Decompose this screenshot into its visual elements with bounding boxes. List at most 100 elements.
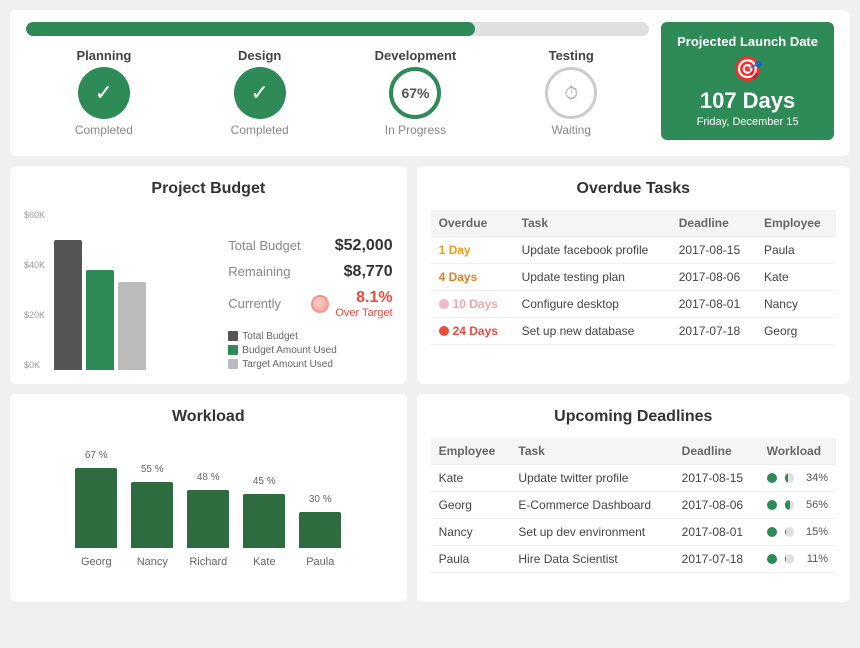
stat-total-budget: Total Budget $52,000 [228, 237, 392, 255]
workload-pct-text: 34% [800, 472, 828, 484]
legend-label-total: Total Budget [242, 331, 298, 342]
workload-bar-group: 55 % Nancy [131, 464, 173, 568]
legend-dot-used [228, 345, 238, 355]
overdue-task: Configure desktop [514, 290, 671, 317]
currently-dot [311, 295, 329, 313]
stage-development-title: Development [375, 48, 457, 63]
legend-dot-target [228, 359, 238, 369]
upcoming-table: Employee Task Deadline Workload KateUpda… [431, 438, 836, 573]
upcoming-employee: Georg [431, 491, 511, 518]
middle-row: Project Budget $60K $40K $20K $0K [10, 166, 850, 384]
projected-launch-days: 107 Days [700, 88, 795, 114]
workload-progress-fill [785, 500, 790, 510]
overdue-title: Overdue Tasks [431, 180, 836, 198]
budget-y-labels: $60K $40K $20K $0K [24, 210, 45, 370]
upcoming-title: Upcoming Deadlines [431, 408, 836, 426]
upcoming-col-workload: Workload [759, 438, 836, 465]
stage-development-icon: 67% [389, 67, 441, 119]
budget-bars [54, 240, 218, 370]
progress-bar-fill [26, 22, 475, 36]
overdue-employee: Georg [756, 317, 836, 344]
upcoming-employee: Nancy [431, 518, 511, 545]
legend-label-used: Budget Amount Used [242, 345, 337, 356]
y-label-40k: $40K [24, 260, 45, 270]
projected-launch-card: Projected Launch Date 🎯 107 Days Friday,… [661, 22, 834, 140]
stage-planning-title: Planning [76, 48, 131, 63]
legend-label-target: Target Amount Used [242, 359, 333, 370]
workload-name: Nancy [137, 556, 168, 568]
legend-total: Total Budget [228, 331, 392, 342]
y-label-0k: $0K [24, 360, 45, 370]
workload-name: Richard [189, 556, 227, 568]
workload-bar-group: 48 % Richard [187, 472, 229, 568]
bar-target [118, 282, 146, 370]
upcoming-deadline: 2017-07-18 [674, 545, 759, 572]
workload-pct: 48 % [197, 472, 220, 483]
overdue-deadline: 2017-08-01 [671, 290, 756, 317]
dashboard: Planning ✓ Completed Design ✓ Completed … [10, 10, 850, 602]
workload-dot [767, 500, 777, 510]
workload-dot [767, 473, 777, 483]
overdue-employee: Kate [756, 263, 836, 290]
stage-design-icon: ✓ [234, 67, 286, 119]
overdue-row: 4 DaysUpdate testing plan2017-08-06Kate [431, 263, 836, 290]
stat-currently-value: 8.1% [356, 289, 392, 307]
overdue-task: Update testing plan [514, 263, 671, 290]
workload-progress-fill [785, 554, 786, 564]
upcoming-col-task: Task [510, 438, 673, 465]
workload-bar [243, 494, 285, 548]
col-task: Task [514, 210, 671, 237]
workload-progress-fill [785, 473, 788, 483]
budget-right: Total Budget $52,000 Remaining $8,770 Cu… [228, 237, 392, 370]
overdue-row: 1 DayUpdate facebook profile2017-08-15Pa… [431, 236, 836, 263]
legend-dot-total [228, 331, 238, 341]
upcoming-workload: 56% [759, 491, 836, 518]
upcoming-task: Update twitter profile [510, 464, 673, 491]
workload-pct: 67 % [85, 450, 108, 461]
overdue-deadline: 2017-08-15 [671, 236, 756, 263]
overdue-days: 24 Days [431, 317, 514, 344]
overdue-deadline: 2017-07-18 [671, 317, 756, 344]
stat-remaining-label: Remaining [228, 264, 290, 279]
stat-total-value: $52,000 [335, 237, 393, 255]
bar-total [54, 240, 82, 370]
workload-name: Paula [306, 556, 334, 568]
workload-progress-bar [785, 500, 794, 510]
overdue-task: Update facebook profile [514, 236, 671, 263]
stat-currently-sub: Over Target [335, 307, 392, 319]
col-deadline: Deadline [671, 210, 756, 237]
top-bar: Planning ✓ Completed Design ✓ Completed … [10, 10, 850, 156]
stat-total-label: Total Budget [228, 238, 300, 253]
workload-bar [187, 490, 229, 548]
overdue-row: 10 DaysConfigure desktop2017-08-01Nancy [431, 290, 836, 317]
upcoming-task: Hire Data Scientist [510, 545, 673, 572]
budget-card: Project Budget $60K $40K $20K $0K [10, 166, 407, 384]
workload-progress-bar [785, 473, 794, 483]
upcoming-deadline: 2017-08-15 [674, 464, 759, 491]
workload-bar [75, 468, 117, 548]
stage-testing: Testing ⏱ Waiting [511, 48, 631, 137]
col-employee: Employee [756, 210, 836, 237]
workload-bar [299, 512, 341, 548]
workload-pct: 30 % [309, 494, 332, 505]
overdue-tasks-card: Overdue Tasks Overdue Task Deadline Empl… [417, 166, 850, 384]
projected-launch-title: Projected Launch Date [677, 34, 818, 51]
budget-title: Project Budget [24, 180, 393, 198]
y-label-60k: $60K [24, 210, 45, 220]
overdue-days: 1 Day [431, 236, 514, 263]
stage-testing-icon: ⏱ [545, 67, 597, 119]
workload-progress-bar [785, 527, 794, 537]
currently-indicator: 8.1% Over Target [311, 289, 392, 319]
projected-launch-icon: 🎯 [733, 55, 763, 84]
overall-progress-bar [26, 22, 649, 36]
stage-planning-icon: ✓ [78, 67, 130, 119]
stage-development: Development 67% In Progress [355, 48, 475, 137]
workload-bar [131, 482, 173, 548]
budget-chart: $60K $40K $20K $0K [24, 210, 218, 370]
legend-used: Budget Amount Used [228, 345, 392, 356]
upcoming-col-employee: Employee [431, 438, 511, 465]
workload-bar-group: 67 % Georg [75, 450, 117, 568]
upcoming-workload: 15% [759, 518, 836, 545]
workload-chart: 67 % Georg 55 % Nancy 48 % Richard 45 % … [24, 438, 393, 588]
overdue-deadline: 2017-08-06 [671, 263, 756, 290]
